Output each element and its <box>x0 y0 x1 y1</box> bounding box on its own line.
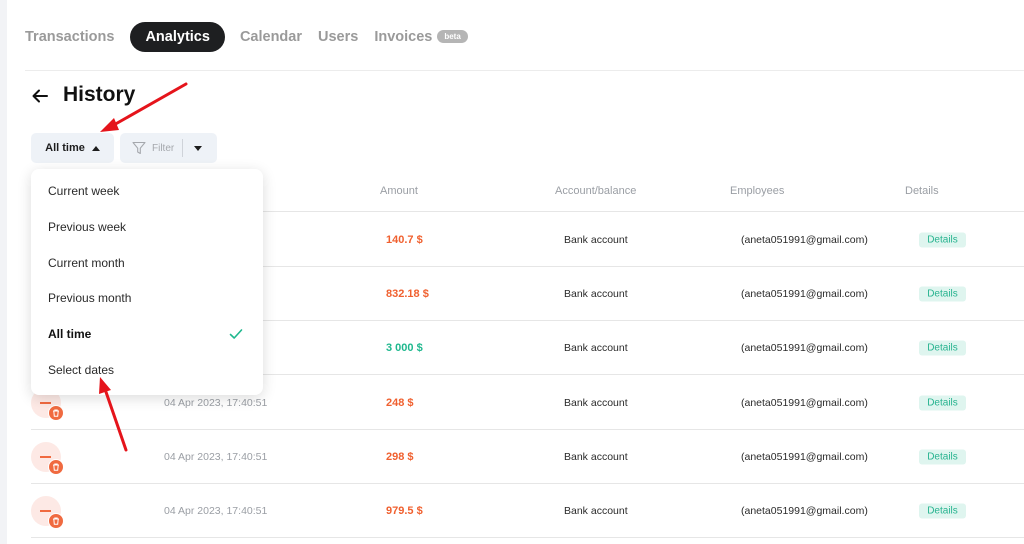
menu-item-select-dates[interactable]: Select dates <box>31 353 263 389</box>
row-date: 04 Apr 2023, 17:40:51 <box>164 397 268 409</box>
time-range-label: All time <box>45 142 85 154</box>
row-employee: (aneta051991@gmail.com) <box>741 451 868 463</box>
row-account: Bank account <box>564 288 628 300</box>
row-employee: (aneta051991@gmail.com) <box>741 397 868 409</box>
row-amount: 979.5 $ <box>386 505 423 517</box>
details-button[interactable]: Details <box>919 395 966 411</box>
column-header-employees: Employees <box>730 185 785 197</box>
page-title: History <box>63 83 136 106</box>
time-range-dropdown-button[interactable]: All time <box>31 133 114 163</box>
menu-item-label: All time <box>48 327 92 342</box>
filter-options-toggle[interactable] <box>183 133 213 163</box>
tab-calendar[interactable]: Calendar <box>240 29 302 45</box>
menu-item-previous-month[interactable]: Previous month <box>31 281 263 317</box>
trash-icon[interactable] <box>48 405 64 421</box>
row-account: Bank account <box>564 451 628 463</box>
beta-badge: beta <box>437 30 468 43</box>
caret-down-icon <box>194 145 203 151</box>
expense-icon <box>31 442 64 475</box>
row-divider <box>31 537 1024 538</box>
filter-control: Filter <box>120 133 217 163</box>
menu-item-current-week[interactable]: Current week <box>31 174 263 210</box>
row-amount: 140.7 $ <box>386 234 423 246</box>
row-employee: (aneta051991@gmail.com) <box>741 288 868 300</box>
details-button[interactable]: Details <box>919 232 966 248</box>
filter-button[interactable]: Filter <box>120 133 182 163</box>
details-button[interactable]: Details <box>919 449 966 465</box>
row-account: Bank account <box>564 397 628 409</box>
menu-item-current-month[interactable]: Current month <box>31 246 263 282</box>
row-employee: (aneta051991@gmail.com) <box>741 342 868 354</box>
row-amount: 248 $ <box>386 397 414 409</box>
row-amount: 298 $ <box>386 451 414 463</box>
nav-divider <box>25 70 1024 71</box>
filter-label: Filter <box>152 142 175 154</box>
tab-users[interactable]: Users <box>318 29 358 45</box>
details-button[interactable]: Details <box>919 340 966 356</box>
row-employee: (aneta051991@gmail.com) <box>741 505 868 517</box>
tab-analytics[interactable]: Analytics <box>130 22 225 52</box>
row-amount: 3 000 $ <box>386 342 423 354</box>
caret-up-icon <box>91 145 100 151</box>
row-account: Bank account <box>564 234 628 246</box>
arrow-left-icon[interactable] <box>30 86 50 106</box>
tab-transactions[interactable]: Transactions <box>25 29 114 45</box>
trash-icon[interactable] <box>48 513 64 529</box>
time-range-menu: Current week Previous week Current month… <box>31 169 263 395</box>
table-row[interactable]: 04 Apr 2023, 17:40:51 298 $ Bank account… <box>0 430 1024 484</box>
funnel-icon <box>132 141 146 155</box>
expense-icon <box>31 496 64 529</box>
row-account: Bank account <box>564 342 628 354</box>
check-icon <box>229 329 243 339</box>
row-employee: (aneta051991@gmail.com) <box>741 234 868 246</box>
tab-invoices-label: Invoices <box>374 29 433 45</box>
top-navigation: Transactions Analytics Calendar Users In… <box>25 22 484 52</box>
column-header-details: Details <box>905 185 939 197</box>
column-header-amount: Amount <box>380 185 418 197</box>
tab-invoices[interactable]: Invoices beta <box>374 29 468 45</box>
menu-item-all-time[interactable]: All time <box>31 317 263 353</box>
row-date: 04 Apr 2023, 17:40:51 <box>164 451 268 463</box>
table-row[interactable]: 04 Apr 2023, 17:40:51 979.5 $ Bank accou… <box>0 484 1024 538</box>
column-header-account: Account/balance <box>555 185 637 197</box>
details-button[interactable]: Details <box>919 503 966 519</box>
menu-item-previous-week[interactable]: Previous week <box>31 210 263 246</box>
row-account: Bank account <box>564 505 628 517</box>
row-date: 04 Apr 2023, 17:40:51 <box>164 505 268 517</box>
details-button[interactable]: Details <box>919 286 966 302</box>
trash-icon[interactable] <box>48 459 64 475</box>
row-amount: 832.18 $ <box>386 288 429 300</box>
